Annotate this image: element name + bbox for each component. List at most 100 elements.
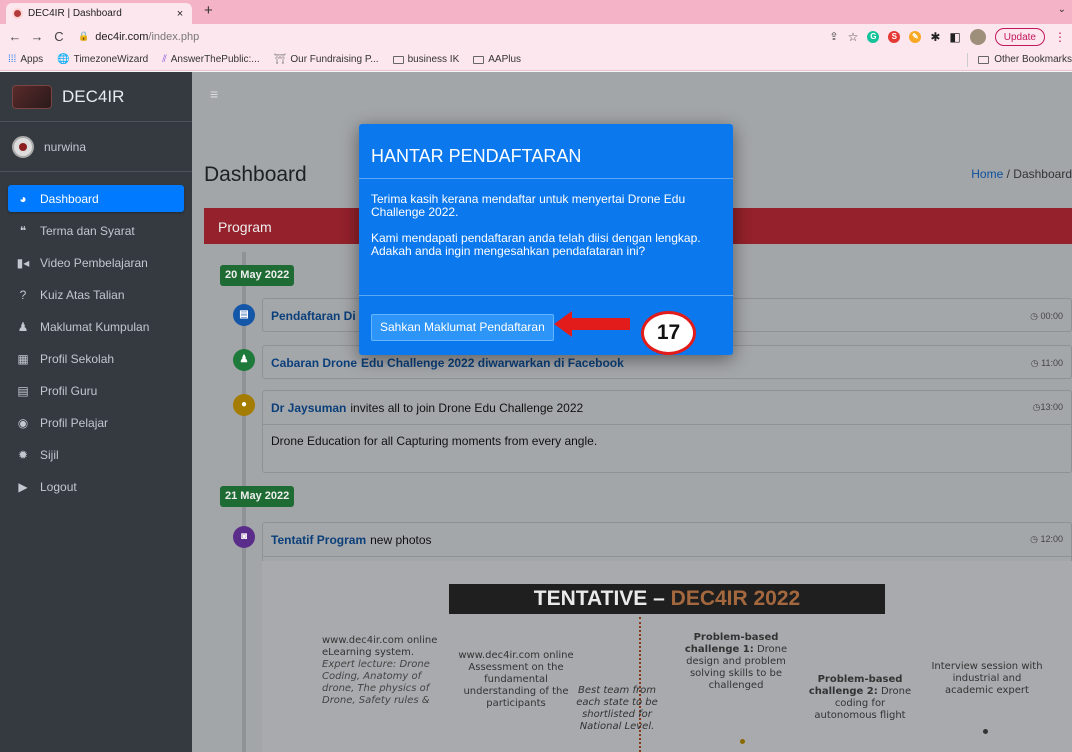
sidebar-item-label: Sijil: [40, 447, 59, 462]
extension-yellow-icon[interactable]: ✎: [909, 30, 922, 43]
user-circle-icon: ◉: [17, 415, 29, 430]
tentative-col-shortlist: Best team from each state to be shortlis…: [576, 685, 658, 732]
time-value: 00:00: [1040, 310, 1063, 321]
modal-body: Terima kasih kerana mendaftar untuk meny…: [359, 179, 733, 296]
other-bookmarks[interactable]: Other Bookmarks: [967, 52, 1072, 67]
timeline-item: Dr Jaysuman invites all to join Drone Ed…: [262, 390, 1072, 473]
video-icon: ▮◂: [16, 255, 30, 270]
user-panel[interactable]: nurwina: [0, 122, 192, 172]
sidebar-item-profil-pelajar[interactable]: ◉ Profil Pelajar: [8, 409, 184, 436]
new-tab-button[interactable]: +: [204, 2, 213, 19]
timeline-item-body: Drone Education for all Capturing moment…: [271, 434, 598, 448]
browser-menu-icon[interactable]: ⋮: [1054, 30, 1066, 44]
newspaper-icon: ▤: [233, 304, 255, 326]
bookmark-star-icon[interactable]: ☆: [848, 30, 859, 44]
timeline-dot: [740, 739, 745, 744]
bookmark-apps[interactable]: ⁞⁞⁞ Apps: [8, 54, 43, 65]
timeline-item-link[interactable]: Tentatif Program: [271, 533, 366, 547]
tentative-program-image[interactable]: TENTATIVE – DEC4IR 2022 www.dec4ir.com o…: [262, 561, 1072, 752]
sidebar-item-sijil[interactable]: ✹ Sijil: [8, 441, 184, 468]
bookmark-label: AAPlus: [488, 54, 522, 65]
col-italic: Expert lecture: Drone Coding, Anatomy of…: [322, 659, 430, 706]
bookmark-answerthepublic[interactable]: ⫽ AnswerThePublic:...: [162, 54, 259, 65]
sidebar-item-profil-guru[interactable]: ▤ Profil Guru: [8, 377, 184, 404]
sidebar-item-label: Terma dan Syarat: [40, 223, 135, 238]
page-title: Dashboard: [204, 163, 307, 186]
modal-title: HANTAR PENDAFTARAN: [359, 124, 733, 179]
sidebar-item-label: Profil Sekolah: [40, 351, 115, 366]
extension-red-icon[interactable]: S: [888, 30, 901, 43]
brand-link[interactable]: DEC4IR: [0, 72, 192, 122]
dashboard-icon: ◕: [19, 191, 27, 206]
bookmark-business-ik[interactable]: business IK: [392, 54, 460, 65]
apps-grid-icon: ⁞⁞⁞: [8, 54, 17, 65]
bookmark-label: TimezoneWizard: [73, 54, 149, 65]
breadcrumb-home-link[interactable]: Home: [971, 167, 1003, 181]
timeline-item-time: ◷ 11:00: [1031, 358, 1063, 369]
tentative-col-challenge1: Problem-based challenge 1: Drone design …: [674, 632, 798, 692]
sidebar-item-profil-sekolah[interactable]: ▦ Profil Sekolah: [8, 345, 184, 372]
tentative-title: TENTATIVE – DEC4IR 2022: [449, 584, 885, 614]
answerthepublic-icon: ⫽: [162, 54, 167, 65]
sidebar-item-logout[interactable]: ▶ Logout: [8, 473, 184, 500]
url-path: /index.php: [148, 30, 200, 43]
confirm-registration-button[interactable]: Sahkan Maklumat Pendaftaran: [371, 314, 554, 341]
bookmark-label: business IK: [407, 54, 460, 65]
timeline-item-text: invites all to join Drone Edu Challenge …: [350, 400, 584, 415]
side-panel-icon[interactable]: ◧: [949, 30, 960, 44]
sidebar-menu: ◕ Dashboard ❝ Terma dan Syarat ▮◂ Video Pem…: [0, 172, 192, 500]
share-icon[interactable]: ⇪: [829, 30, 838, 43]
timeline-item-header: Dr Jaysuman invites all to join Drone Ed…: [263, 391, 1071, 425]
hamburger-menu-icon[interactable]: ≡: [210, 86, 218, 102]
favicon-icon: [12, 8, 23, 19]
back-icon[interactable]: ←: [8, 29, 22, 44]
bookmark-timezonewizard[interactable]: 🌐 TimezoneWizard: [57, 54, 148, 65]
timeline-item-time: ◷ 12:00: [1030, 534, 1063, 545]
tab-close-icon[interactable]: ×: [174, 8, 186, 20]
bookmark-label: Our Fundraising P...: [290, 54, 379, 65]
time-value: 12:00: [1040, 534, 1063, 544]
folder-icon: [392, 55, 404, 64]
update-button[interactable]: Update: [994, 27, 1045, 46]
extensions-puzzle-icon[interactable]: ✱: [930, 30, 940, 44]
clock-icon: ◷: [1030, 357, 1039, 368]
timeline-item-time: ◷13:00: [1033, 402, 1063, 413]
tentative-col-elearning: www.dec4ir.com online eLearning system. E…: [322, 635, 442, 707]
id-card-icon: ▤: [17, 383, 29, 398]
building-icon: ▦: [17, 351, 29, 366]
timeline-item-link[interactable]: Pendaftaran Di: [271, 309, 356, 323]
reload-icon[interactable]: C: [52, 29, 66, 44]
profile-avatar-icon[interactable]: [969, 28, 986, 45]
browser-tab[interactable]: DEC4IR | Dashboard ×: [6, 3, 192, 24]
user-icon: ♟: [233, 349, 255, 371]
timeline-item-header: Tentatif Program new photos ◷ 12:00: [263, 523, 1071, 557]
quote-icon: ❝: [19, 223, 27, 238]
sidebar-item-label: Logout: [40, 479, 77, 494]
tab-search-chevron-icon[interactable]: ⌄: [1058, 4, 1066, 15]
extension-grammarly-icon[interactable]: G: [867, 30, 880, 43]
sidebar: DEC4IR nurwina ◕ Dashboard ❝ Terma dan Sya…: [0, 72, 192, 752]
certificate-icon: ✹: [17, 447, 29, 462]
tentative-col-challenge2: Problem-based challenge 2: Drone coding …: [805, 674, 915, 722]
sidebar-item-maklumat-kumpulan[interactable]: ♟ Maklumat Kumpulan: [8, 313, 184, 340]
folder-icon: [978, 55, 990, 64]
tentative-col-assessment: www.dec4ir.com online Assessment on the …: [458, 650, 574, 709]
timeline-item-link[interactable]: Dr Jaysuman: [271, 401, 346, 415]
forward-icon[interactable]: →: [30, 29, 44, 44]
sidebar-item-kuiz-atas-talian[interactable]: ? Kuiz Atas Talian: [8, 281, 184, 308]
bookmark-fundraising[interactable]: ⛩ Our Fundraising P...: [274, 54, 379, 65]
sidebar-item-dashboard[interactable]: ◕ Dashboard: [8, 185, 184, 212]
lock-icon[interactable]: 🔒: [78, 31, 89, 42]
sidebar-item-label: Profil Pelajar: [40, 415, 109, 430]
clock-icon: ◷: [1030, 310, 1038, 321]
sidebar-item-video-pembelajaran[interactable]: ▮◂ Video Pembelajaran: [8, 249, 184, 276]
tentative-col-interview: Interview session with industrial and ac…: [931, 661, 1043, 696]
timeline-date-badge: 20 May 2022: [220, 265, 295, 286]
timeline-item-link[interactable]: Cabaran Drone: [271, 356, 357, 370]
clock-icon: ◷: [1030, 534, 1038, 544]
sidebar-item-terma-dan-syarat[interactable]: ❝ Terma dan Syarat: [8, 217, 184, 244]
other-bookmarks-label: Other Bookmarks: [994, 54, 1072, 65]
address-bar[interactable]: 🔒 dec4ir.com/index.php: [78, 27, 199, 47]
bookmark-aaplus[interactable]: AAPlus: [473, 54, 521, 65]
tab-title: DEC4IR | Dashboard: [28, 8, 122, 19]
